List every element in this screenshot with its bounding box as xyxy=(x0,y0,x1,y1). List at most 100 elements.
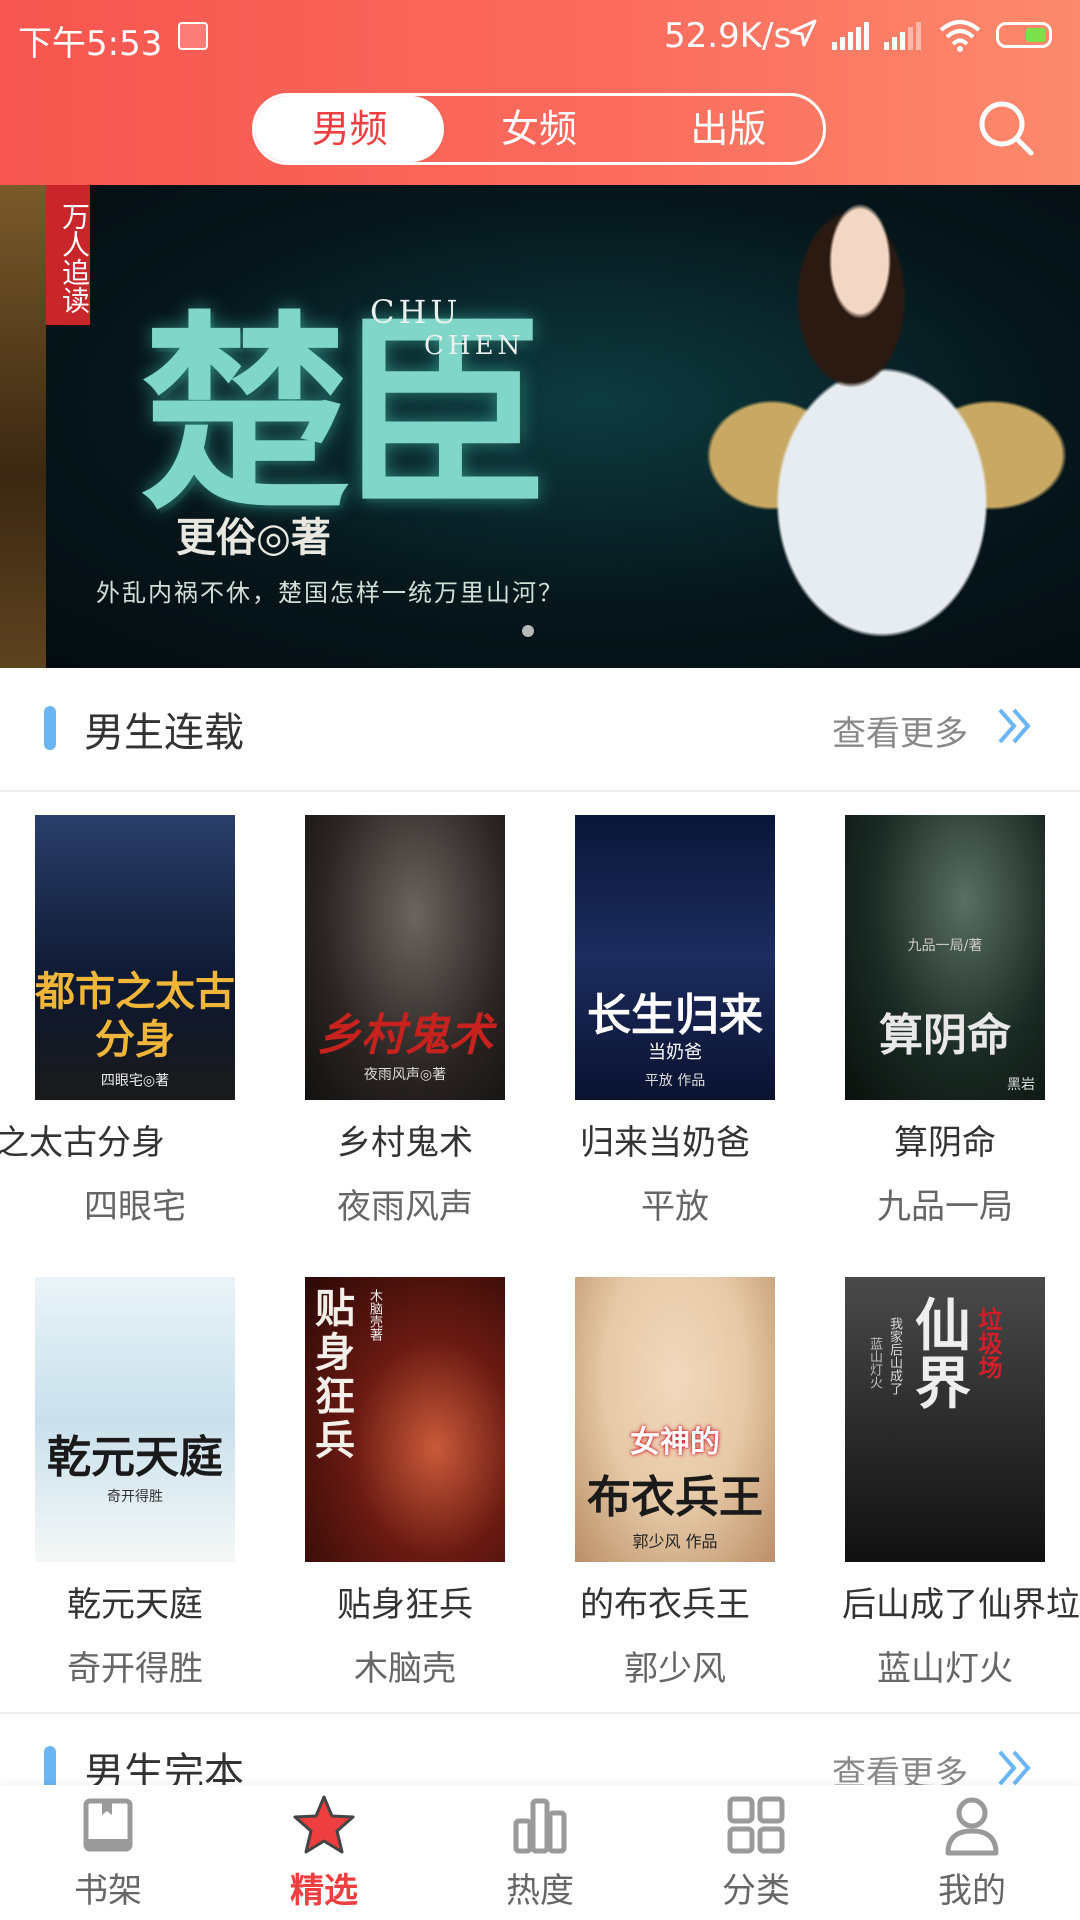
book-title: 算阴命 xyxy=(894,1123,996,1163)
search-icon[interactable] xyxy=(976,98,1036,158)
cover-title: 贴身狂兵 xyxy=(315,1285,355,1464)
book-card[interactable]: 乾元天庭 奇开得胜 乾元天庭 奇开得胜 xyxy=(0,1277,270,1717)
book-title: 之太古分身 xyxy=(0,1123,165,1163)
book-cover: 乾元天庭 奇开得胜 xyxy=(35,1277,235,1562)
channel-switch: 男频 女频 出版 xyxy=(252,93,826,165)
nav-label: 热度 xyxy=(506,1871,574,1911)
book-title: 的布衣兵王 xyxy=(580,1585,750,1625)
cover-title: 都市之太古分身 xyxy=(35,968,235,1063)
book-card[interactable]: 算阴命 九品一局/著 黑岩 算阴命 九品一局 xyxy=(810,815,1080,1255)
cover-author: 奇开得胜 xyxy=(107,1489,163,1505)
book-title: 乾元天庭 xyxy=(67,1585,203,1625)
tab-male[interactable]: 男频 xyxy=(255,96,445,162)
nav-label: 书架 xyxy=(74,1871,142,1911)
banner-author: 更俗◎著 xyxy=(176,514,331,561)
book-cover: 仙界 垃圾场 我家后山成了 蓝山灯火 xyxy=(845,1277,1045,1562)
book-card[interactable]: 都市之太古分身 四眼宅◎著 之太古分身 四眼宅 xyxy=(0,815,270,1255)
section-accent-bar xyxy=(44,706,56,750)
view-more-link[interactable]: 查看更多 xyxy=(832,1746,968,1785)
cover-author: 木脑壳著 xyxy=(367,1289,382,1341)
banner-title-en-2: CHEN xyxy=(424,331,525,361)
cover-author: 平放 作品 xyxy=(644,1073,706,1089)
book-title: 贴身狂兵 xyxy=(337,1585,473,1625)
banner-character-art xyxy=(640,195,1080,668)
book-cover: 都市之太古分身 四眼宅◎著 xyxy=(35,815,235,1100)
banner-tagline: 外乱内祸不休，楚国怎样一统万里山河？ xyxy=(96,579,564,607)
book-card[interactable]: 长生归来 当奶爸 平放 作品 归来当奶爸 平放 xyxy=(540,815,810,1255)
bar-chart-icon xyxy=(513,1798,567,1854)
cover-subtitle: 我家后山成了 xyxy=(887,1317,902,1395)
banner-title-en-1: CHU xyxy=(370,293,462,331)
nav-label: 我的 xyxy=(938,1871,1006,1911)
status-bar: 下午5:53 52.9K/s xyxy=(0,0,1080,75)
section-accent-bar xyxy=(44,1746,56,1785)
signal-icon xyxy=(884,22,921,50)
view-more-link[interactable]: 查看更多 xyxy=(832,706,968,755)
nav-bookshelf[interactable]: 书架 xyxy=(0,1785,216,1920)
wifi-icon xyxy=(939,20,981,52)
tab-female[interactable]: 女频 xyxy=(444,96,633,162)
book-cover: 长生归来 当奶爸 平放 作品 xyxy=(575,815,775,1100)
app-header: 下午5:53 52.9K/s 男频 女频 出版 xyxy=(0,0,1080,185)
cover-author: 九品一局/著 xyxy=(907,938,983,954)
cover-author: 蓝山灯火 xyxy=(867,1337,882,1389)
status-time: 下午5:53 xyxy=(18,24,163,64)
cover-author: 夜雨风声◎著 xyxy=(363,1067,447,1083)
bottom-nav: 书架 精选 热度 分类 我的 xyxy=(0,1785,1080,1920)
battery-charging-icon xyxy=(996,22,1052,48)
promo-banner[interactable]: 万人追读 楚臣 CHU CHEN 更俗◎著 外乱内祸不休，楚国怎样一统万里山河？ xyxy=(0,185,1080,668)
nav-profile[interactable]: 我的 xyxy=(864,1785,1080,1920)
banner-prev-peek xyxy=(0,185,46,668)
book-author: 奇开得胜 xyxy=(67,1649,203,1689)
notification-icon xyxy=(178,22,208,50)
cover-publisher: 黑岩 xyxy=(1007,1077,1035,1093)
signal-icon xyxy=(832,22,869,50)
book-title: 后山成了仙界垃 xyxy=(842,1585,1080,1625)
book-title: 乡村鬼术 xyxy=(337,1123,473,1163)
cover-title: 布衣兵王 xyxy=(587,1472,763,1523)
grid-icon xyxy=(727,1796,785,1854)
double-chevron-right-icon[interactable] xyxy=(996,704,1036,748)
nav-featured[interactable]: 精选 xyxy=(216,1785,432,1920)
cover-author: 四眼宅◎著 xyxy=(100,1073,170,1089)
cover-subtitle: 当奶爸 xyxy=(648,1042,702,1063)
cover-title: 算阴命 xyxy=(879,1010,1011,1061)
book-cover: 女神的 布衣兵王 郭少风 作品 xyxy=(575,1277,775,1562)
divider xyxy=(0,790,1080,792)
section-title: 男生连载 xyxy=(84,710,244,756)
book-card[interactable]: 女神的 布衣兵王 郭少风 作品 的布衣兵王 郭少风 xyxy=(540,1277,810,1717)
cover-title-top: 女神的 xyxy=(630,1425,720,1460)
book-card[interactable]: 仙界 垃圾场 我家后山成了 蓝山灯火 后山成了仙界垃 蓝山灯火 xyxy=(810,1277,1080,1717)
banner-ribbon: 万人追读 xyxy=(46,185,91,325)
book-author: 四眼宅 xyxy=(84,1187,186,1227)
banner-title: 楚臣 xyxy=(140,291,550,538)
book-card[interactable]: 贴身狂兵 木脑壳著 贴身狂兵 木脑壳 xyxy=(270,1277,540,1717)
cover-author: 郭少风 作品 xyxy=(632,1532,718,1551)
cover-title: 乡村鬼术 xyxy=(317,1010,493,1061)
cover-title-sub: 垃圾场 xyxy=(974,1307,1003,1379)
network-speed: 52.9K/s xyxy=(664,16,792,56)
cover-title: 长生归来 xyxy=(587,990,763,1041)
book-card[interactable]: 乡村鬼术 夜雨风声◎著 乡村鬼术 夜雨风声 xyxy=(270,815,540,1255)
book-cover: 算阴命 九品一局/著 黑岩 xyxy=(845,815,1045,1100)
double-chevron-right-icon[interactable] xyxy=(996,1746,1036,1785)
section-serial-header: 男生连载 查看更多 xyxy=(0,668,1080,788)
nav-trending[interactable]: 热度 xyxy=(432,1785,648,1920)
divider xyxy=(0,1712,1080,1714)
book-author: 平放 xyxy=(641,1187,709,1227)
nav-category[interactable]: 分类 xyxy=(648,1785,864,1920)
location-arrow-icon xyxy=(789,19,817,47)
book-author: 郭少风 xyxy=(624,1649,726,1689)
tab-publish[interactable]: 出版 xyxy=(634,96,823,162)
nav-label: 精选 xyxy=(290,1871,358,1911)
star-icon xyxy=(293,1795,355,1854)
book-author: 蓝山灯火 xyxy=(877,1649,1013,1689)
book-title: 归来当奶爸 xyxy=(580,1123,750,1163)
book-cover: 贴身狂兵 木脑壳著 xyxy=(305,1277,505,1562)
section-complete-header: 男生完本 查看更多 xyxy=(0,1724,1080,1785)
section-title: 男生完本 xyxy=(84,1750,244,1785)
nav-label: 分类 xyxy=(722,1871,790,1911)
cover-title: 乾元天庭 xyxy=(47,1432,223,1483)
book-author: 夜雨风声 xyxy=(337,1187,473,1227)
user-icon xyxy=(945,1797,999,1856)
